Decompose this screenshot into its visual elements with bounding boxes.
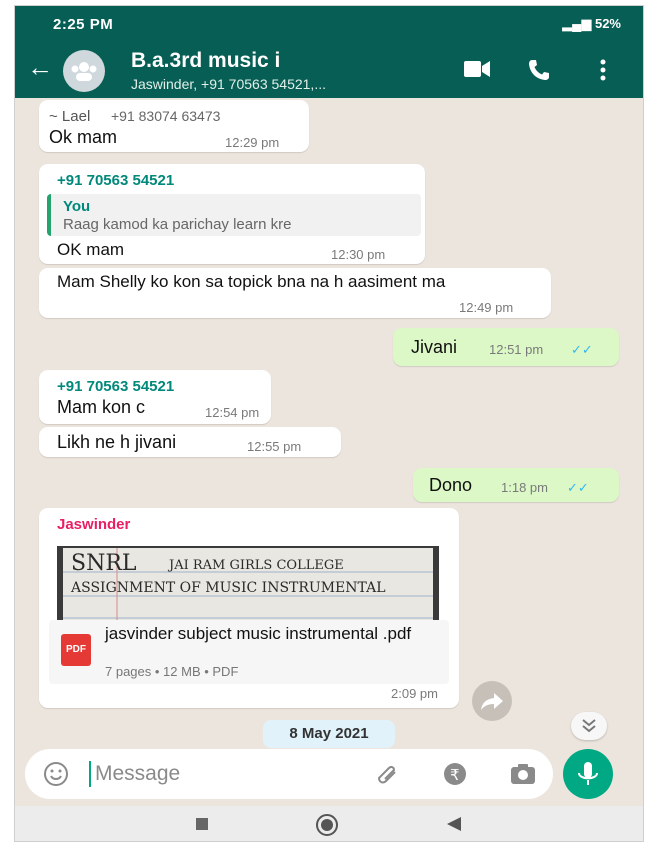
chat-title[interactable]: B.a.3rd music i: [131, 49, 280, 73]
status-time: 2:25 PM: [53, 16, 114, 33]
message-sender: +91 70563 54521: [57, 378, 175, 395]
document-name: jasvinder subject music instrumental .pd…: [105, 624, 412, 643]
voice-call-icon[interactable]: [527, 58, 551, 82]
message-time: 12:49 pm: [459, 300, 514, 315]
more-options-icon[interactable]: [599, 58, 607, 82]
double-chevron-down-icon: [582, 719, 596, 733]
svg-text:SNRL: SNRL: [71, 551, 137, 576]
message-input[interactable]: Message: [95, 762, 180, 786]
svg-text:₹: ₹: [450, 766, 460, 784]
quote-text: Raag kamod ka parichay learn kre: [63, 216, 292, 233]
home-icon[interactable]: [315, 813, 339, 837]
message-bubble[interactable]: +91 70563 54521 Mam kon c 12:54 pm: [39, 370, 271, 424]
document-preview-image[interactable]: SNRL JAI RAM GIRLS COLLEGE ASSIGNMENT OF…: [57, 546, 439, 620]
handwritten-page-thumbnail: SNRL JAI RAM GIRLS COLLEGE ASSIGNMENT OF…: [57, 546, 439, 620]
document-message[interactable]: Jaswinder SNRL JAI RAM GIRLS COLLEGE ASS…: [39, 508, 459, 708]
message-sender: ~ Lael: [49, 108, 91, 125]
message-bubble[interactable]: +91 70563 54521 You Raag kamod ka parich…: [39, 164, 425, 264]
microphone-icon: [578, 762, 598, 785]
group-avatar[interactable]: [63, 50, 105, 92]
emoji-icon[interactable]: [43, 761, 69, 787]
message-bubble[interactable]: Mam Shelly ko kon sa topick bna na h aas…: [39, 268, 551, 318]
message-bubble-outgoing[interactable]: Dono 1:18 pm ✓✓: [413, 468, 619, 502]
quote-author: You: [63, 198, 91, 215]
voice-message-button[interactable]: [563, 749, 613, 799]
message-time: 12:55 pm: [247, 439, 302, 454]
message-text: Mam kon c: [57, 397, 146, 417]
rupee-payment-icon[interactable]: ₹: [442, 761, 468, 787]
message-time: 12:30 pm: [331, 247, 386, 262]
message-time: 12:29 pm: [225, 135, 280, 150]
video-call-icon[interactable]: [463, 58, 491, 80]
read-receipt-icon: ✓✓: [571, 342, 593, 357]
phone-screen: 2:25 PM ▂▄▆ 52% ← B.a.3rd music i Jaswin…: [14, 5, 644, 842]
date-separator: 8 May 2021: [263, 720, 395, 748]
message-text: OK mam: [57, 240, 125, 259]
battery-label: 52%: [594, 16, 621, 31]
message-text: Jivani: [411, 337, 458, 357]
message-text: Mam Shelly ko kon sa topick bna na h aas…: [57, 272, 446, 291]
read-receipt-icon: ✓✓: [567, 480, 589, 495]
preview-line-2: ASSIGNMENT OF MUSIC INSTRUMENTAL: [70, 580, 386, 596]
system-navigation-bar: [15, 806, 643, 841]
status-battery: ▂▄▆ 52%: [562, 16, 621, 32]
group-icon: [71, 62, 97, 81]
chat-area[interactable]: ~ Lael +91 83074 63473 Ok mam 12:29 pm +…: [15, 98, 643, 748]
message-text: Ok mam: [49, 127, 118, 147]
forward-button[interactable]: [472, 681, 512, 721]
chat-header: ← B.a.3rd music i Jaswinder, +91 70563 5…: [15, 42, 643, 98]
message-time: 12:51 pm: [489, 342, 544, 357]
quoted-message[interactable]: You Raag kamod ka parichay learn kre: [47, 194, 421, 236]
back-nav-icon[interactable]: [445, 815, 463, 833]
message-time: 12:54 pm: [205, 405, 260, 420]
message-bubble-outgoing[interactable]: Jivani 12:51 pm ✓✓: [393, 328, 619, 366]
text-cursor: [89, 761, 91, 787]
message-time: 1:18 pm: [501, 480, 548, 495]
forward-arrow-icon: [481, 693, 503, 710]
message-time: 2:09 pm: [391, 686, 438, 701]
preview-line-1: JAI RAM GIRLS COLLEGE: [167, 558, 344, 573]
message-text: Dono: [429, 475, 473, 495]
pdf-file-icon: PDF: [61, 634, 91, 666]
back-arrow-icon[interactable]: ←: [27, 54, 53, 80]
message-text: Likh ne h jivani: [57, 432, 177, 452]
chat-subtitle[interactable]: Jaswinder, +91 70563 54521,...: [131, 76, 326, 92]
scroll-to-bottom-button[interactable]: [571, 712, 607, 740]
message-bubble[interactable]: ~ Lael +91 83074 63473 Ok mam 12:29 pm: [39, 100, 309, 152]
recents-icon[interactable]: [195, 817, 209, 831]
message-bubble[interactable]: Likh ne h jivani 12:55 pm: [39, 427, 341, 457]
status-bar: 2:25 PM ▂▄▆ 52%: [15, 6, 643, 42]
attach-icon[interactable]: [375, 762, 401, 786]
message-sender: Jaswinder: [57, 516, 131, 533]
message-sender-phone: +91 83074 63473: [111, 108, 221, 124]
message-sender: +91 70563 54521: [57, 172, 175, 189]
document-card[interactable]: PDF jasvinder subject music instrumental…: [49, 620, 449, 684]
signal-icon: ▂▄▆: [562, 16, 595, 31]
document-meta: 7 pages • 12 MB • PDF: [105, 664, 239, 679]
message-composer[interactable]: Message ₹: [25, 749, 553, 799]
camera-icon[interactable]: [509, 762, 537, 786]
